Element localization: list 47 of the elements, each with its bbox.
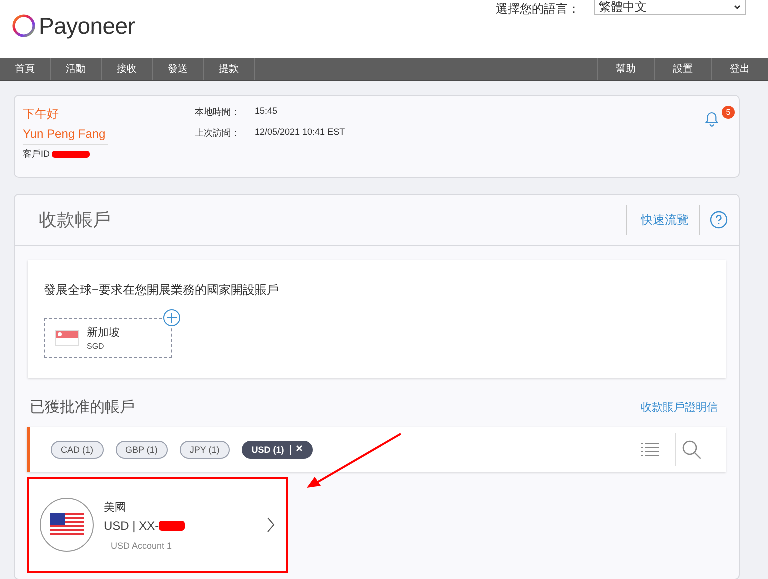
nav-item[interactable]: 發送 (153, 58, 204, 80)
flag-icon (55, 330, 79, 346)
greeting: 下午好 (23, 106, 60, 123)
notification-count: 5 (722, 106, 735, 119)
local-time: 15:45 (255, 106, 279, 118)
redaction-mark (159, 520, 186, 530)
customer-id-label: 客戶ID (23, 148, 50, 161)
currency-code: SGD (87, 342, 106, 351)
filter-chip[interactable]: USD (1) (242, 440, 314, 458)
nav-item[interactable]: 首頁 (0, 58, 51, 80)
language-select[interactable]: 繁體中文 (594, 0, 746, 15)
chevron-down-icon (734, 4, 741, 10)
nav-item[interactable]: 幫助 (597, 58, 654, 80)
section-title: 已獲批准的帳戶 (30, 398, 135, 417)
filter-chip[interactable]: JPY (1) (180, 440, 230, 458)
currency-option[interactable]: 新加坡 SGD (44, 318, 172, 358)
account-country: 美國 (104, 500, 127, 514)
logo-text[interactable]: Payoneer (39, 12, 136, 40)
close-icon[interactable] (296, 444, 304, 452)
panel-title: 收款帳戶 (39, 209, 112, 232)
quick-tour-link[interactable]: 快速流覽 (626, 205, 699, 235)
account-card[interactable]: 美國 USD | XX- USD Account 1 (28, 478, 287, 572)
nav-item[interactable]: 提款 (204, 58, 255, 80)
redaction-mark (52, 151, 90, 158)
language-label: 選擇您的語言： (496, 1, 580, 18)
last-visit-label: 上次訪問： (195, 127, 241, 140)
letter-link[interactable]: 收款賬戶證明信 (641, 400, 718, 415)
filter-chip[interactable]: CAD (1) (51, 440, 104, 458)
logo-ring-icon (12, 14, 36, 38)
currency-country: 新加坡 (87, 326, 120, 340)
last-visit: 12/05/2021 10:41 EST (255, 127, 346, 139)
nav-item[interactable]: 登出 (711, 58, 768, 80)
chevron-right-icon (267, 517, 275, 533)
local-time-label: 本地時間： (195, 106, 241, 119)
help-icon[interactable] (710, 211, 728, 229)
account-number: USD | XX- (104, 518, 160, 532)
nav-item[interactable]: 設置 (654, 58, 711, 80)
plus-icon[interactable] (163, 309, 181, 327)
user-name: Yun Peng Fang (23, 127, 108, 145)
promo-text: 發展全球−要求在您開展業務的國家開設賬戶 (44, 282, 280, 299)
filter-chip[interactable]: GBP (1) (116, 440, 168, 458)
account-nickname: USD Account 1 (111, 540, 174, 550)
flag-icon (50, 513, 84, 537)
nav-item[interactable]: 接收 (102, 58, 153, 80)
nav-item[interactable]: 活動 (51, 58, 102, 80)
search-icon[interactable] (682, 440, 702, 460)
list-icon[interactable] (641, 442, 659, 456)
